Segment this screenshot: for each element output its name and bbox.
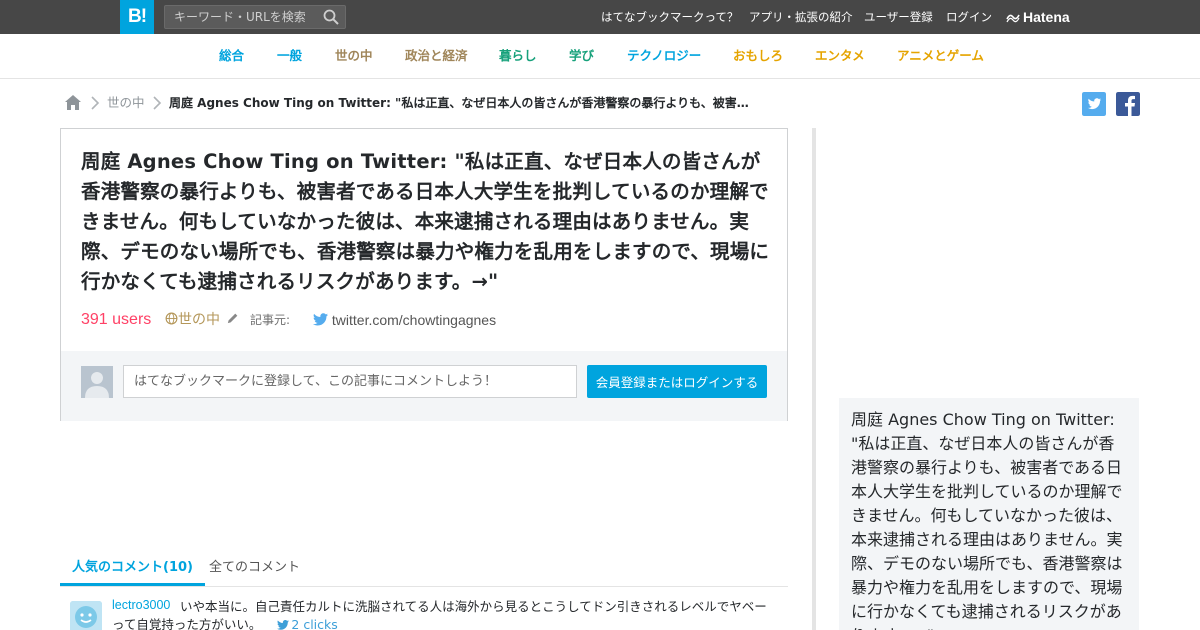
entry-source-domain: twitter.com/chowtingagnes [331,312,497,328]
twitter-share-icon[interactable] [1082,92,1106,116]
category-fun[interactable]: おもしろ [733,34,783,78]
sidebar-entry-summary: 周庭 Agnes Chow Ting on Twitter: "私は正直、なぜ日… [839,398,1139,630]
twitter-icon [313,313,328,326]
chevron-right-icon [153,96,162,110]
tab-popular-comments[interactable]: 人気のコメント(10) [60,550,205,586]
category-technology[interactable]: テクノロジー [627,34,701,78]
comment-clicks[interactable]: 2 clicks [277,617,338,630]
nav-login[interactable]: ログイン [946,0,992,34]
category-knowledge[interactable]: 学び [569,34,594,78]
hatena-bookmark-logo[interactable]: B! [120,0,154,34]
hatena-brand[interactable]: Hatena [1006,0,1070,34]
search-icon[interactable] [323,9,339,25]
entry-source-label: 記事元: [250,313,291,327]
facebook-share-icon[interactable] [1116,92,1140,116]
hatena-brand-label: Hatena [1023,9,1070,25]
pencil-icon[interactable] [226,312,239,325]
breadcrumb-category[interactable]: 世の中 [107,94,145,112]
comment-text: いや本当に。自己責任カルトに洗脳されてる人は海外から見るとこうしてドン引きされる… [112,599,767,630]
breadcrumb-current: 周庭 Agnes Chow Ting on Twitter: "私は正直、なぜ日… [169,96,753,110]
comment-tabs: 人気のコメント(10) 全てのコメント [60,550,788,587]
entry-source[interactable]: twitter.com/chowtingagnes [313,309,496,331]
sidebar-entry-text[interactable]: 周庭 Agnes Chow Ting on Twitter: "私は正直、なぜ日… [851,408,1129,630]
top-bar: B! はてなブックマークって？ アプリ・拡張の紹介 ユーザー登録 ログイン Ha… [0,0,1200,34]
user-placeholder-icon [85,372,109,398]
entry-category[interactable]: 世の中 [165,309,239,331]
category-entertainment[interactable]: エンタメ [815,34,865,78]
category-general[interactable]: 一般 [277,34,302,78]
chevron-right-icon [91,96,100,110]
globe-icon [165,312,178,325]
category-society[interactable]: 世の中 [335,34,373,78]
avatar [81,366,113,398]
category-anime-game[interactable]: アニメとゲーム [897,34,984,78]
register-login-button[interactable]: 会員登録またはログインする [587,365,767,398]
comment-body: いや本当に。自己責任カルトに洗脳されてる人は海外から見るとこうしてドン引きされる… [112,598,772,630]
column-divider [812,128,816,630]
search-box[interactable] [164,5,346,29]
tab-all-comments[interactable]: 全てのコメント [209,550,300,586]
entry-title[interactable]: 周庭 Agnes Chow Ting on Twitter: "私は正直、なぜ日… [81,147,771,297]
twitter-icon [277,620,290,630]
user-avatar-icon [70,601,102,630]
comment-input[interactable] [123,365,577,398]
nav-apps[interactable]: アプリ・拡張の紹介 [749,0,853,34]
category-politics-economy[interactable]: 政治と経済 [405,34,468,78]
comment-form: 会員登録またはログインする [61,351,787,421]
entry-card: 周庭 Agnes Chow Ting on Twitter: "私は正直、なぜ日… [60,128,788,421]
nav-register[interactable]: ユーザー登録 [864,0,933,34]
comment-avatar[interactable] [70,601,102,630]
category-overall[interactable]: 総合 [219,34,244,78]
bookmark-users-count[interactable]: 391 users [81,309,151,331]
hatena-logo-icon [1006,14,1020,23]
comment-clicks-label: 2 clicks [291,617,338,630]
search-input[interactable] [165,6,315,28]
nav-about[interactable]: はてなブックマークって？ [601,0,738,34]
home-icon[interactable] [64,94,82,111]
category-nav: 総合 一般 世の中 政治と経済 暮らし 学び テクノロジー おもしろ エンタメ … [0,34,1200,79]
entry-category-label: 世の中 [178,312,220,328]
category-life[interactable]: 暮らし [499,34,537,78]
